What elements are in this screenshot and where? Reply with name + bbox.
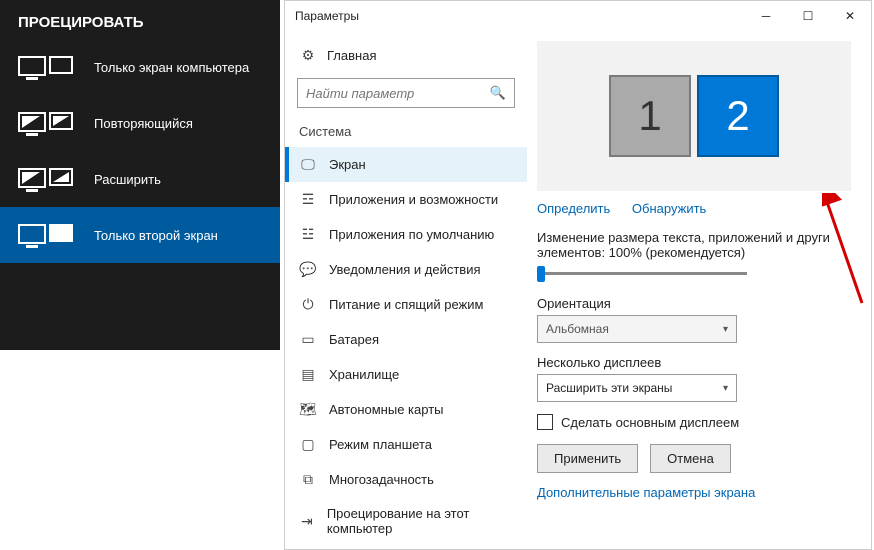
nav-item-label: Приложения по умолчанию xyxy=(329,227,494,242)
tablet-icon: ▢ xyxy=(299,436,317,453)
multitask-icon: ⧉ xyxy=(299,471,317,488)
notifications-icon: 💬 xyxy=(299,261,317,278)
project-option-pc-only[interactable]: Только экран компьютера xyxy=(0,39,280,95)
storage-icon: ▤ xyxy=(299,366,317,383)
nav-item-label: Режим планшета xyxy=(329,437,432,452)
extend-icon xyxy=(18,165,74,193)
nav-item-power-sleep[interactable]: ⏻ Питание и спящий режим xyxy=(285,287,527,322)
nav-item-label: Приложения и возможности xyxy=(329,192,498,207)
map-icon: 🗺 xyxy=(299,401,317,418)
projecting-icon: ⇥ xyxy=(299,513,315,530)
display-icon: 🖵 xyxy=(299,156,317,173)
nav-section-label: Система xyxy=(285,118,527,147)
multiple-displays-select[interactable]: Расширить эти экраны ▾ xyxy=(537,374,737,402)
nav-item-storage[interactable]: ▤ Хранилище xyxy=(285,357,527,392)
slider-thumb[interactable] xyxy=(537,266,545,282)
make-main-display-checkbox[interactable]: Сделать основным дисплеем xyxy=(537,414,851,430)
multiple-displays-value: Расширить эти экраны xyxy=(546,381,672,395)
project-panel-title: ПРОЕЦИРОВАТЬ xyxy=(0,0,280,39)
nav-item-label: Автономные карты xyxy=(329,402,444,417)
nav-item-label: Питание и спящий режим xyxy=(329,297,483,312)
project-panel: ПРОЕЦИРОВАТЬ Только экран компьютера Пов… xyxy=(0,0,280,350)
nav-item-notifications[interactable]: 💬 Уведомления и действия xyxy=(285,252,527,287)
search-icon: 🔍 xyxy=(490,85,506,101)
orientation-label: Ориентация xyxy=(537,296,851,311)
nav-item-label: Батарея xyxy=(329,332,379,347)
orientation-value: Альбомная xyxy=(546,322,609,336)
nav-item-offline-maps[interactable]: 🗺 Автономные карты xyxy=(285,392,527,427)
minimize-button[interactable]: ─ xyxy=(745,1,787,31)
orientation-select[interactable]: Альбомная ▾ xyxy=(537,315,737,343)
settings-window: Параметры ─ ☐ ✕ ⚙ Главная 🔍 Система 🖵 Эк… xyxy=(284,0,872,550)
project-option-extend[interactable]: Расширить xyxy=(0,151,280,207)
nav-item-label: Хранилище xyxy=(329,367,399,382)
gear-icon: ⚙ xyxy=(299,47,317,64)
window-title: Параметры xyxy=(295,9,359,23)
display-settings-panel: 1 2 Определить Обнаружить Изменение разм… xyxy=(527,31,871,549)
make-main-label: Сделать основным дисплеем xyxy=(561,415,739,430)
scale-label: Изменение размера текста, приложений и д… xyxy=(537,230,851,260)
project-option-label: Повторяющийся xyxy=(94,116,193,131)
second-screen-only-icon xyxy=(18,221,74,249)
apply-button[interactable]: Применить xyxy=(537,444,638,473)
nav-item-label: Экран xyxy=(329,157,366,172)
monitor-1[interactable]: 1 xyxy=(609,75,691,157)
cancel-button[interactable]: Отмена xyxy=(650,444,731,473)
pc-screen-only-icon xyxy=(18,53,74,81)
chevron-down-icon: ▾ xyxy=(723,383,728,394)
checkbox-icon xyxy=(537,414,553,430)
project-option-label: Только второй экран xyxy=(94,228,218,243)
settings-search[interactable]: 🔍 xyxy=(297,78,515,108)
display-arrangement-preview[interactable]: 1 2 xyxy=(537,41,851,191)
nav-item-battery[interactable]: ▭ Батарея xyxy=(285,322,527,357)
monitor-2[interactable]: 2 xyxy=(697,75,779,157)
project-option-duplicate[interactable]: Повторяющийся xyxy=(0,95,280,151)
default-apps-icon: ☳ xyxy=(299,226,317,243)
nav-item-projecting[interactable]: ⇥ Проецирование на этот компьютер xyxy=(285,497,527,545)
multiple-displays-label: Несколько дисплеев xyxy=(537,355,851,370)
advanced-display-link[interactable]: Дополнительные параметры экрана xyxy=(537,485,851,500)
nav-item-label: Многозадачность xyxy=(329,472,434,487)
nav-item-apps-features[interactable]: ☲ Приложения и возможности xyxy=(285,182,527,217)
nav-item-multitasking[interactable]: ⧉ Многозадачность xyxy=(285,462,527,497)
search-input[interactable] xyxy=(306,86,490,101)
nav-item-tablet-mode[interactable]: ▢ Режим планшета xyxy=(285,427,527,462)
battery-icon: ▭ xyxy=(299,331,317,348)
settings-nav: ⚙ Главная 🔍 Система 🖵 Экран ☲ Приложения… xyxy=(285,31,527,549)
close-button[interactable]: ✕ xyxy=(829,1,871,31)
project-option-label: Расширить xyxy=(94,172,161,187)
apps-icon: ☲ xyxy=(299,191,317,208)
project-option-label: Только экран компьютера xyxy=(94,60,249,75)
nav-item-label: Уведомления и действия xyxy=(329,262,481,277)
maximize-button[interactable]: ☐ xyxy=(787,1,829,31)
nav-home[interactable]: ⚙ Главная xyxy=(285,41,527,74)
project-option-second-only[interactable]: Только второй экран xyxy=(0,207,280,263)
titlebar: Параметры ─ ☐ ✕ xyxy=(285,1,871,31)
power-icon: ⏻ xyxy=(299,296,317,313)
nav-item-display[interactable]: 🖵 Экран xyxy=(285,147,527,182)
chevron-down-icon: ▾ xyxy=(723,324,728,335)
nav-item-default-apps[interactable]: ☳ Приложения по умолчанию xyxy=(285,217,527,252)
duplicate-icon xyxy=(18,109,74,137)
identify-link[interactable]: Определить xyxy=(537,201,610,216)
nav-home-label: Главная xyxy=(327,48,376,63)
detect-link[interactable]: Обнаружить xyxy=(632,201,706,216)
scale-slider[interactable] xyxy=(537,264,747,282)
nav-item-label: Проецирование на этот компьютер xyxy=(327,506,513,536)
